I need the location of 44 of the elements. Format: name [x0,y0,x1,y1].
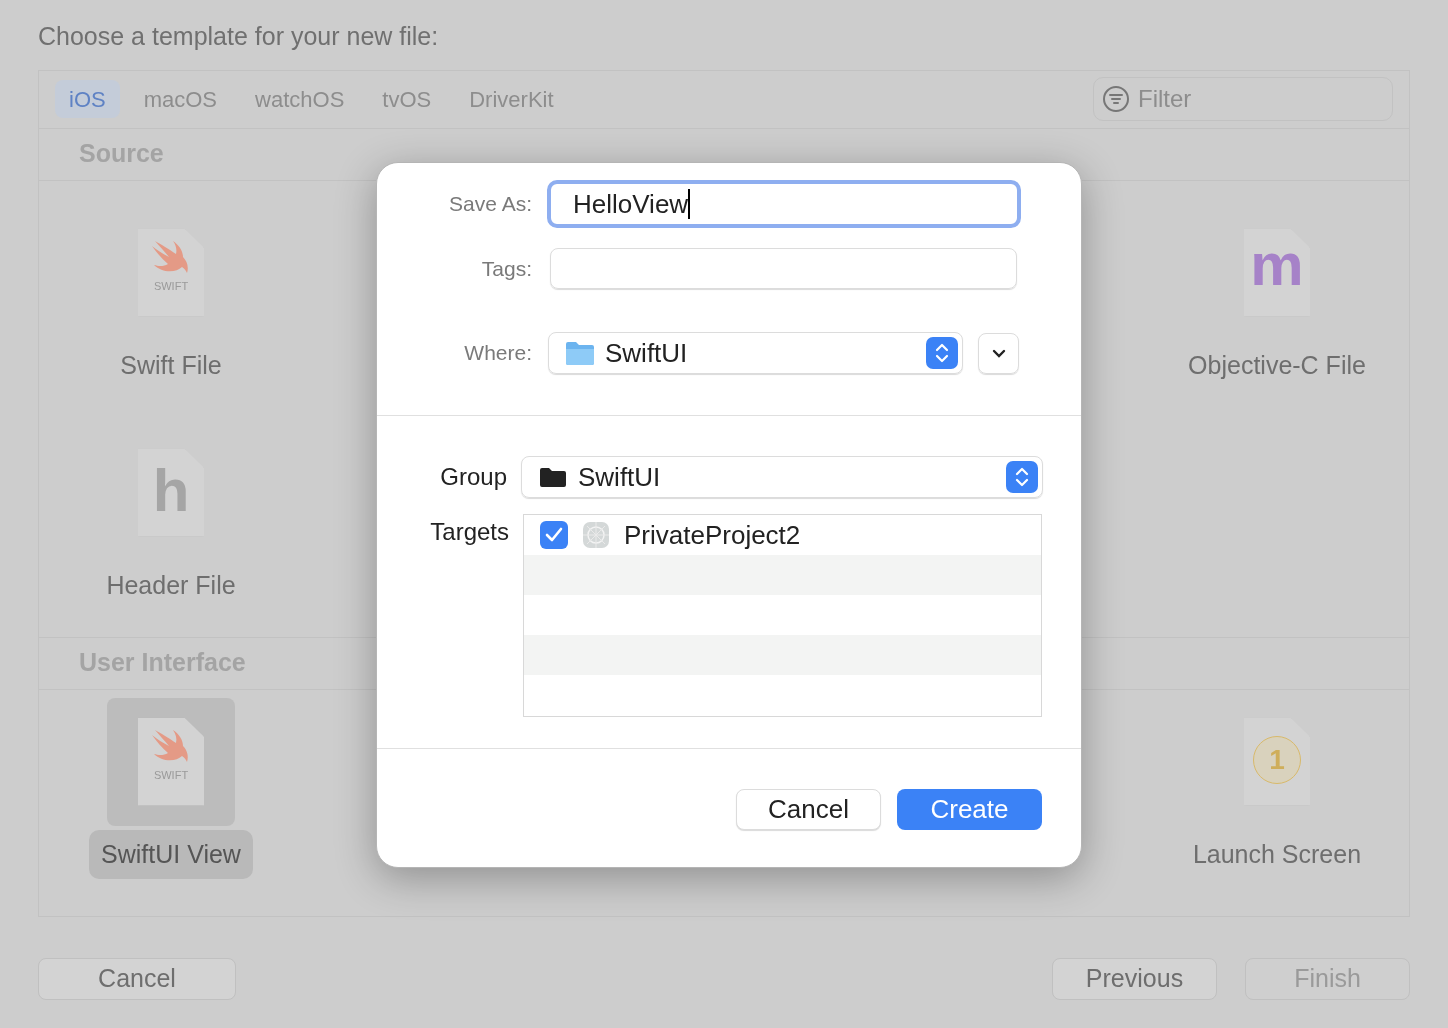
footer-button[interactable]: Previous [1052,957,1217,1000]
target-checkbox[interactable] [540,521,568,549]
folder-icon [565,340,595,366]
dialog-button[interactable]: Cancel [736,789,881,830]
filter-field[interactable]: Filter [1093,77,1393,121]
stepper-icon [926,337,958,369]
app-icon [582,521,610,549]
template-name[interactable]: Objective-C File [1176,340,1378,390]
tags-field[interactable] [550,248,1017,289]
checkmark-icon [545,527,563,543]
filter-input[interactable]: Filter [1138,81,1358,117]
chevron-down-icon [991,348,1006,358]
template-tile[interactable]: m [1213,208,1341,337]
save-as-field[interactable]: HelloView [547,180,1021,228]
folder-icon [540,467,566,487]
template-name[interactable]: Swift File [108,340,234,390]
field-label: Targets [429,517,509,547]
target-name: PrivateProject2 [624,518,801,552]
platform-tab[interactable]: macOS [129,80,232,118]
template-name[interactable]: SwiftUI View [89,829,253,879]
expand-button[interactable] [978,332,1019,374]
icon-letter: m [1250,234,1304,295]
filter-icon [1102,85,1130,113]
platform-tab[interactable]: tvOS [368,80,446,118]
template-tile[interactable]: SWIFT [107,697,235,826]
footer-button[interactable]: Cancel [38,957,236,1000]
icon-caption: SWIFT [153,280,189,292]
template-tile[interactable]: SWIFT [107,208,235,337]
field-label: Where: [463,340,532,367]
platform-tab[interactable]: iOS [55,80,120,118]
icon-caption: SWIFT [153,769,189,781]
dialog-button[interactable]: Create [897,789,1042,830]
field-label: Tags: [480,255,532,282]
template-name[interactable]: Header File [94,560,248,610]
where-popup[interactable]: SwiftUI [548,332,963,374]
icon-letter: 1 [1253,735,1301,784]
platform-tab[interactable]: DriverKit [455,80,568,118]
window-title: Choose a template for your new file: [38,21,440,52]
platform-tab[interactable]: watchOS [241,80,359,118]
field-label: Save As: [448,191,532,218]
template-name[interactable]: Launch Screen [1180,829,1374,879]
field-label: Group [439,462,507,492]
stepper-icon [1006,461,1038,493]
group-popup[interactable]: SwiftUI [521,456,1043,498]
